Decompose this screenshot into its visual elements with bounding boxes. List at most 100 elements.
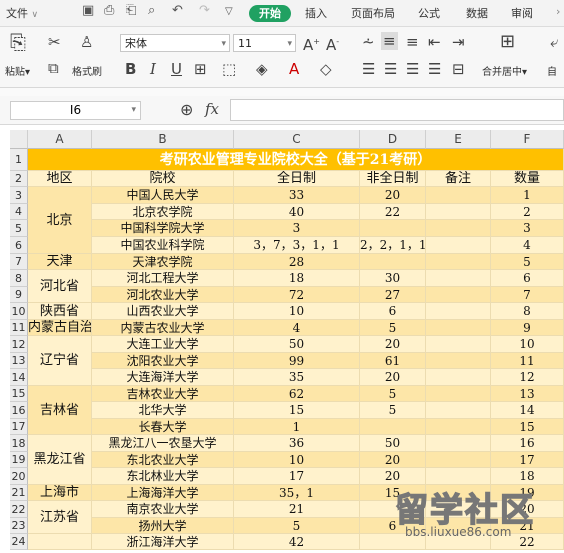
region-cell: 黑龙江省 bbox=[28, 435, 92, 485]
row-header[interactable]: 21 bbox=[10, 485, 28, 501]
fill-color-icon[interactable]: ◈ bbox=[256, 60, 268, 78]
tab-data[interactable]: 数据 bbox=[466, 5, 488, 21]
row-header[interactable]: 23 bbox=[10, 518, 28, 534]
tab-page-layout[interactable]: 页面布局 bbox=[351, 5, 395, 21]
tab-formulas[interactable]: 公式 bbox=[418, 5, 440, 21]
chevron-down-icon: ▾ bbox=[287, 39, 292, 49]
tab-review[interactable]: 审阅 bbox=[511, 5, 533, 21]
row-header[interactable]: 5 bbox=[10, 220, 28, 237]
fill-effect-icon[interactable]: ⬚ bbox=[222, 60, 236, 78]
font-size-value: 11 bbox=[238, 37, 252, 50]
auto-wrap-button[interactable]: 自 bbox=[547, 63, 557, 78]
column-header-a[interactable]: A bbox=[28, 130, 92, 149]
count-cell: 22 bbox=[491, 534, 564, 550]
align-right-icon[interactable]: ☰ bbox=[406, 60, 419, 78]
wrap-text-icon[interactable]: ⤶ bbox=[550, 33, 558, 51]
tab-home[interactable]: 开始 bbox=[249, 5, 291, 22]
increase-indent-icon[interactable]: ⇥ bbox=[452, 33, 465, 51]
row-header[interactable]: 11 bbox=[10, 320, 28, 336]
align-center-icon[interactable]: ☰ bbox=[384, 60, 397, 78]
remark-cell bbox=[426, 518, 491, 534]
align-middle-icon[interactable]: ≡ bbox=[381, 32, 398, 50]
quick-access-dropdown-icon[interactable]: ▽ bbox=[225, 6, 233, 17]
font-color-icon[interactable]: A bbox=[289, 60, 299, 78]
row-header[interactable]: 19 bbox=[10, 452, 28, 468]
row-header[interactable]: 15 bbox=[10, 386, 28, 402]
row-header[interactable]: 9 bbox=[10, 287, 28, 303]
column-header-d[interactable]: D bbox=[360, 130, 426, 149]
column-header-b[interactable]: B bbox=[92, 130, 234, 149]
school-cell: 长春大学 bbox=[92, 419, 234, 435]
copy-icon[interactable]: ♙ bbox=[80, 33, 93, 51]
row-header[interactable]: 16 bbox=[10, 402, 28, 419]
justify-icon[interactable]: ☰ bbox=[428, 60, 441, 78]
menu-file[interactable]: 文件 ∨ bbox=[6, 5, 38, 21]
increase-font-icon[interactable]: A+ bbox=[303, 33, 320, 54]
align-left-icon[interactable]: ☰ bbox=[362, 60, 375, 78]
row-header[interactable]: 3 bbox=[10, 187, 28, 204]
full-time-cell: 3，7，3，1，1 bbox=[234, 237, 360, 254]
row-header[interactable]: 17 bbox=[10, 419, 28, 435]
merge-center-icon[interactable]: ⊞ bbox=[500, 33, 515, 51]
column-header-f[interactable]: F bbox=[491, 130, 564, 149]
remark-cell bbox=[426, 237, 491, 254]
row-header[interactable]: 14 bbox=[10, 369, 28, 386]
row-header[interactable]: 24 bbox=[10, 534, 28, 550]
row-header[interactable]: 6 bbox=[10, 237, 28, 254]
align-bottom-icon[interactable]: ≡ bbox=[406, 33, 419, 51]
font-size-select[interactable]: 11 ▾ bbox=[233, 34, 296, 52]
tab-overflow-icon[interactable]: › bbox=[556, 5, 560, 18]
row-header[interactable]: 1 bbox=[10, 149, 28, 171]
chevron-down-icon: ∨ bbox=[31, 10, 39, 20]
export-icon[interactable]: ⎙ bbox=[104, 3, 114, 18]
paste-button[interactable]: 粘贴▾ bbox=[5, 63, 30, 78]
formula-input[interactable] bbox=[230, 99, 564, 121]
save-icon[interactable]: ▣ bbox=[82, 3, 94, 18]
region-bg-cell bbox=[28, 534, 92, 550]
row-header[interactable]: 18 bbox=[10, 435, 28, 452]
font-name-value: 宋体 bbox=[125, 37, 147, 50]
select-all-corner[interactable] bbox=[10, 130, 28, 149]
distributed-icon[interactable]: ⊟ bbox=[452, 60, 465, 78]
italic-icon[interactable]: I bbox=[150, 60, 156, 78]
menu-bar: 文件 ∨ ▣ ⎙ ⎗ ⌕ ↶ ↷ ▽ 开始 插入 页面布局 公式 数据 审阅 › bbox=[0, 0, 564, 27]
count-cell: 12 bbox=[491, 369, 564, 386]
font-name-select[interactable]: 宋体 ▾ bbox=[120, 34, 230, 52]
format-painter-button[interactable]: 格式刷 bbox=[72, 63, 102, 78]
tab-insert[interactable]: 插入 bbox=[305, 5, 327, 21]
clear-format-icon[interactable]: ◇ bbox=[320, 60, 332, 78]
remark-cell bbox=[426, 386, 491, 402]
merge-center-button[interactable]: 合并居中▾ bbox=[482, 63, 527, 78]
row-header[interactable]: 10 bbox=[10, 303, 28, 320]
print-icon[interactable]: ⎗ bbox=[126, 3, 136, 18]
row-header[interactable]: 8 bbox=[10, 270, 28, 287]
paste-icon[interactable]: ⎘ bbox=[10, 32, 26, 52]
column-header-c[interactable]: C bbox=[234, 130, 360, 149]
row-header[interactable]: 20 bbox=[10, 468, 28, 485]
cut-icon[interactable]: ✂ bbox=[48, 33, 61, 51]
full-time-cell: 28 bbox=[234, 254, 360, 270]
row-header[interactable]: 13 bbox=[10, 353, 28, 369]
decrease-font-icon[interactable]: A- bbox=[326, 33, 339, 54]
row-header[interactable]: 12 bbox=[10, 336, 28, 353]
fx-icon[interactable]: fx bbox=[205, 100, 219, 118]
copy-format-icon[interactable]: ⧉ bbox=[48, 59, 59, 77]
borders-icon[interactable]: ⊞ bbox=[194, 60, 207, 78]
bold-icon[interactable]: B bbox=[125, 60, 136, 78]
row-header[interactable]: 7 bbox=[10, 254, 28, 270]
undo-icon[interactable]: ↶ bbox=[172, 3, 183, 18]
decrease-indent-icon[interactable]: ⇤ bbox=[428, 33, 441, 51]
column-header-e[interactable]: E bbox=[426, 130, 491, 149]
underline-icon[interactable]: U bbox=[171, 60, 182, 78]
redo-icon[interactable]: ↷ bbox=[199, 3, 210, 18]
zoom-icon[interactable]: ⊕ bbox=[180, 100, 193, 119]
full-time-cell: 35 bbox=[234, 369, 360, 386]
row-header[interactable]: 4 bbox=[10, 204, 28, 220]
print-preview-icon[interactable]: ⌕ bbox=[148, 3, 155, 18]
align-top-icon[interactable]: ⩪ bbox=[362, 33, 375, 51]
name-box[interactable]: I6 ▾ bbox=[10, 101, 141, 120]
row-header[interactable]: 2 bbox=[10, 171, 28, 187]
school-cell: 东北农业大学 bbox=[92, 452, 234, 468]
formula-bar: I6 ▾ ⊕ fx bbox=[0, 96, 564, 125]
row-header[interactable]: 22 bbox=[10, 501, 28, 518]
